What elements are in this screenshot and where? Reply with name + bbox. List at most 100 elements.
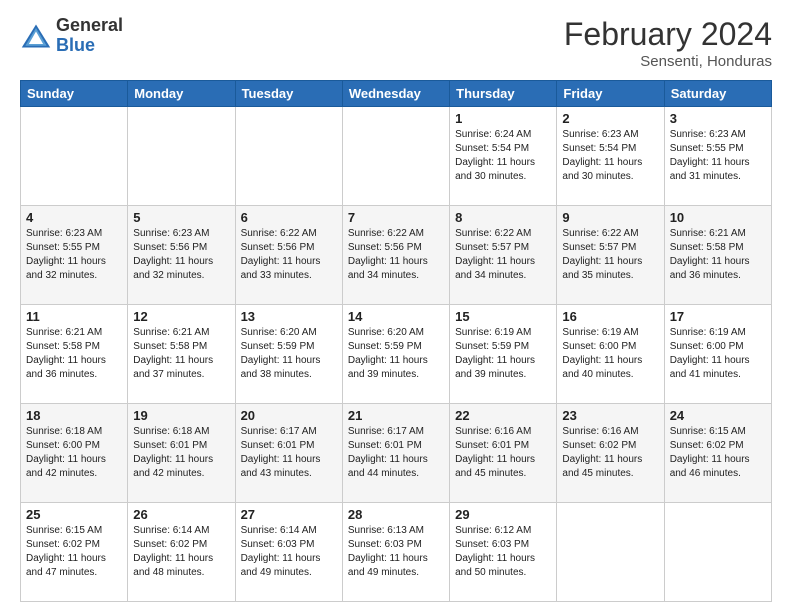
calendar-cell: 6 Sunrise: 6:22 AM Sunset: 5:56 PM Daylig… — [235, 206, 342, 305]
day-info: Sunrise: 6:17 AM Sunset: 6:01 PM Dayligh… — [348, 425, 444, 481]
calendar-cell: 26 Sunrise: 6:14 AM Sunset: 6:02 PM Dayli… — [128, 503, 235, 602]
day-info: Sunrise: 6:21 AM Sunset: 5:58 PM Dayligh… — [670, 227, 766, 283]
day-info: Sunrise: 6:24 AM Sunset: 5:54 PM Dayligh… — [455, 128, 551, 184]
day-info: Sunrise: 6:14 AM Sunset: 6:02 PM Dayligh… — [133, 524, 229, 580]
weekday-header-thursday: Thursday — [450, 81, 557, 107]
day-info: Sunrise: 6:19 AM Sunset: 5:59 PM Dayligh… — [455, 326, 551, 382]
day-number: 15 — [455, 309, 551, 324]
day-number: 5 — [133, 210, 229, 225]
day-info: Sunrise: 6:22 AM Sunset: 5:57 PM Dayligh… — [455, 227, 551, 283]
calendar-cell: 19 Sunrise: 6:18 AM Sunset: 6:01 PM Dayli… — [128, 404, 235, 503]
day-info: Sunrise: 6:15 AM Sunset: 6:02 PM Dayligh… — [670, 425, 766, 481]
location: Sensenti, Honduras — [564, 53, 772, 70]
day-number: 27 — [241, 507, 337, 522]
calendar-cell: 27 Sunrise: 6:14 AM Sunset: 6:03 PM Dayli… — [235, 503, 342, 602]
day-number: 10 — [670, 210, 766, 225]
logo-blue-text: Blue — [56, 36, 123, 56]
weekday-header-friday: Friday — [557, 81, 664, 107]
calendar-cell: 8 Sunrise: 6:22 AM Sunset: 5:57 PM Daylig… — [450, 206, 557, 305]
calendar-cell: 25Sunrise: 6:15 AM Sunset: 6:02 PM Dayli… — [21, 503, 128, 602]
calendar-cell: 1Sunrise: 6:24 AM Sunset: 5:54 PM Daylig… — [450, 107, 557, 206]
calendar-cell: 21 Sunrise: 6:17 AM Sunset: 6:01 PM Dayli… — [342, 404, 449, 503]
week-row-2: 11 Sunrise: 6:21 AM Sunset: 5:58 PM Dayli… — [21, 305, 772, 404]
day-number: 7 — [348, 210, 444, 225]
calendar-cell: 17 Sunrise: 6:19 AM Sunset: 6:00 PM Dayli… — [664, 305, 771, 404]
logo-icon — [20, 22, 52, 50]
day-number: 26 — [133, 507, 229, 522]
day-number: 23 — [562, 408, 658, 423]
day-info: Sunrise: 6:16 AM Sunset: 6:02 PM Dayligh… — [562, 425, 658, 481]
day-info: Sunrise: 6:23 AM Sunset: 5:56 PM Dayligh… — [133, 227, 229, 283]
weekday-header-row: SundayMondayTuesdayWednesdayThursdayFrid… — [21, 81, 772, 107]
day-info: Sunrise: 6:18 AM Sunset: 6:01 PM Dayligh… — [133, 425, 229, 481]
day-number: 14 — [348, 309, 444, 324]
day-info: Sunrise: 6:22 AM Sunset: 5:56 PM Dayligh… — [241, 227, 337, 283]
day-number: 28 — [348, 507, 444, 522]
day-number: 3 — [670, 111, 766, 126]
calendar-cell: 29 Sunrise: 6:12 AM Sunset: 6:03 PM Dayli… — [450, 503, 557, 602]
calendar-cell: 22 Sunrise: 6:16 AM Sunset: 6:01 PM Dayli… — [450, 404, 557, 503]
month-year: February 2024 — [564, 16, 772, 53]
calendar-cell: 28 Sunrise: 6:13 AM Sunset: 6:03 PM Dayli… — [342, 503, 449, 602]
logo-text: General Blue — [56, 16, 123, 56]
calendar-cell: 9 Sunrise: 6:22 AM Sunset: 5:57 PM Daylig… — [557, 206, 664, 305]
header: General Blue February 2024 Sensenti, Hon… — [20, 16, 772, 70]
day-number: 29 — [455, 507, 551, 522]
weekday-header-saturday: Saturday — [664, 81, 771, 107]
day-number: 6 — [241, 210, 337, 225]
day-number: 19 — [133, 408, 229, 423]
logo-general-text: General — [56, 16, 123, 36]
calendar-cell: 4Sunrise: 6:23 AM Sunset: 5:55 PM Daylig… — [21, 206, 128, 305]
day-info: Sunrise: 6:22 AM Sunset: 5:56 PM Dayligh… — [348, 227, 444, 283]
day-info: Sunrise: 6:21 AM Sunset: 5:58 PM Dayligh… — [26, 326, 122, 382]
day-number: 8 — [455, 210, 551, 225]
day-number: 2 — [562, 111, 658, 126]
logo: General Blue — [20, 16, 123, 56]
day-number: 22 — [455, 408, 551, 423]
week-row-1: 4Sunrise: 6:23 AM Sunset: 5:55 PM Daylig… — [21, 206, 772, 305]
day-info: Sunrise: 6:12 AM Sunset: 6:03 PM Dayligh… — [455, 524, 551, 580]
calendar-cell — [128, 107, 235, 206]
calendar-table: SundayMondayTuesdayWednesdayThursdayFrid… — [20, 80, 772, 602]
day-number: 25 — [26, 507, 122, 522]
day-number: 16 — [562, 309, 658, 324]
calendar-cell: 15 Sunrise: 6:19 AM Sunset: 5:59 PM Dayli… — [450, 305, 557, 404]
day-number: 21 — [348, 408, 444, 423]
calendar-cell: 5 Sunrise: 6:23 AM Sunset: 5:56 PM Daylig… — [128, 206, 235, 305]
day-info: Sunrise: 6:14 AM Sunset: 6:03 PM Dayligh… — [241, 524, 337, 580]
weekday-header-tuesday: Tuesday — [235, 81, 342, 107]
day-number: 13 — [241, 309, 337, 324]
weekday-header-sunday: Sunday — [21, 81, 128, 107]
week-row-0: 1Sunrise: 6:24 AM Sunset: 5:54 PM Daylig… — [21, 107, 772, 206]
day-number: 20 — [241, 408, 337, 423]
day-info: Sunrise: 6:17 AM Sunset: 6:01 PM Dayligh… — [241, 425, 337, 481]
day-info: Sunrise: 6:23 AM Sunset: 5:54 PM Dayligh… — [562, 128, 658, 184]
day-number: 12 — [133, 309, 229, 324]
calendar-cell: 24 Sunrise: 6:15 AM Sunset: 6:02 PM Dayli… — [664, 404, 771, 503]
week-row-3: 18Sunrise: 6:18 AM Sunset: 6:00 PM Dayli… — [21, 404, 772, 503]
day-info: Sunrise: 6:16 AM Sunset: 6:01 PM Dayligh… — [455, 425, 551, 481]
day-number: 18 — [26, 408, 122, 423]
day-number: 9 — [562, 210, 658, 225]
day-info: Sunrise: 6:22 AM Sunset: 5:57 PM Dayligh… — [562, 227, 658, 283]
day-number: 11 — [26, 309, 122, 324]
calendar-cell — [21, 107, 128, 206]
calendar-cell: 11 Sunrise: 6:21 AM Sunset: 5:58 PM Dayli… — [21, 305, 128, 404]
calendar-cell — [557, 503, 664, 602]
page: General Blue February 2024 Sensenti, Hon… — [0, 0, 792, 612]
calendar-cell: 14Sunrise: 6:20 AM Sunset: 5:59 PM Dayli… — [342, 305, 449, 404]
day-info: Sunrise: 6:23 AM Sunset: 5:55 PM Dayligh… — [26, 227, 122, 283]
calendar-cell — [664, 503, 771, 602]
day-info: Sunrise: 6:13 AM Sunset: 6:03 PM Dayligh… — [348, 524, 444, 580]
weekday-header-wednesday: Wednesday — [342, 81, 449, 107]
day-info: Sunrise: 6:19 AM Sunset: 6:00 PM Dayligh… — [670, 326, 766, 382]
calendar-cell: 16 Sunrise: 6:19 AM Sunset: 6:00 PM Dayli… — [557, 305, 664, 404]
day-number: 24 — [670, 408, 766, 423]
weekday-header-monday: Monday — [128, 81, 235, 107]
day-number: 17 — [670, 309, 766, 324]
calendar-cell — [342, 107, 449, 206]
calendar-cell: 20 Sunrise: 6:17 AM Sunset: 6:01 PM Dayli… — [235, 404, 342, 503]
header-right: February 2024 Sensenti, Honduras — [564, 16, 772, 70]
calendar-cell: 10 Sunrise: 6:21 AM Sunset: 5:58 PM Dayli… — [664, 206, 771, 305]
day-info: Sunrise: 6:19 AM Sunset: 6:00 PM Dayligh… — [562, 326, 658, 382]
